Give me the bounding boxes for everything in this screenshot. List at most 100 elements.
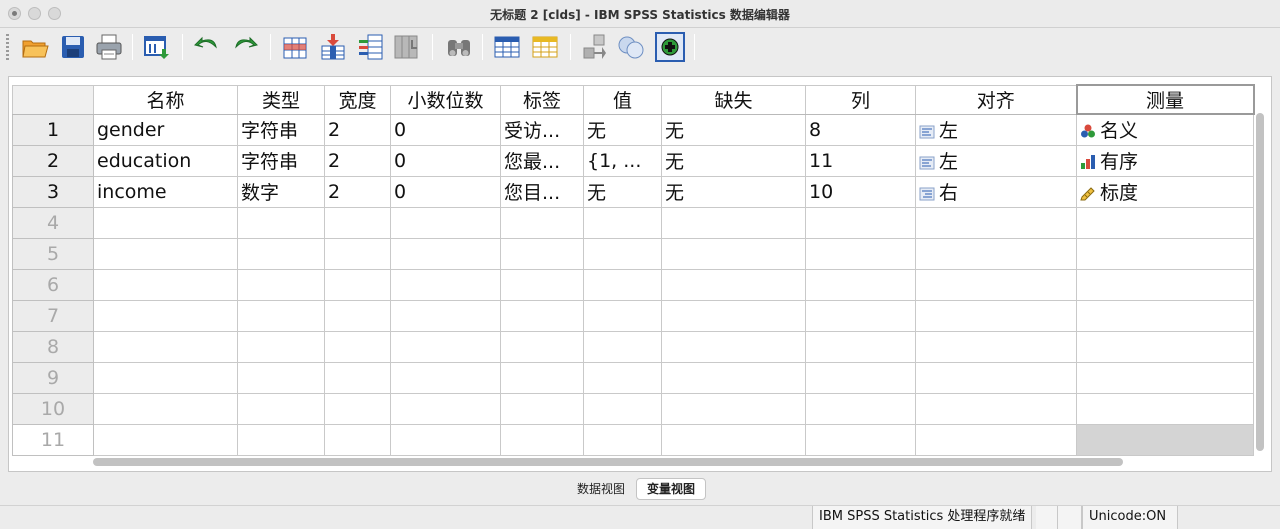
cell-missing[interactable]: 无 [661, 175, 806, 208]
empty-cell[interactable] [500, 423, 584, 456]
empty-cell[interactable] [805, 392, 916, 425]
empty-cell[interactable] [390, 392, 501, 425]
goto-variable-icon[interactable] [318, 32, 348, 62]
row-header[interactable]: 2 [12, 144, 94, 177]
empty-cell[interactable] [805, 268, 916, 301]
cell-decimals[interactable]: 0 [390, 113, 501, 146]
empty-cell[interactable] [915, 423, 1077, 456]
empty-cell[interactable] [324, 299, 391, 332]
empty-cell[interactable] [324, 206, 391, 239]
empty-cell[interactable] [390, 299, 501, 332]
empty-cell[interactable] [583, 423, 662, 456]
cell-label[interactable]: 您目... [500, 175, 584, 208]
empty-cell[interactable] [661, 206, 806, 239]
cell-columns[interactable]: 8 [805, 113, 916, 146]
row-header[interactable]: 5 [12, 237, 94, 270]
empty-cell[interactable] [805, 361, 916, 394]
redo-icon[interactable] [230, 32, 260, 62]
column-header-type[interactable]: 类型 [237, 84, 325, 115]
empty-cell[interactable] [1076, 392, 1254, 425]
empty-cell[interactable] [237, 361, 325, 394]
recall-dialog-icon[interactable] [142, 32, 172, 62]
empty-cell[interactable] [805, 237, 916, 270]
open-folder-icon[interactable] [20, 32, 50, 62]
empty-cell[interactable] [390, 330, 501, 363]
cell-type[interactable]: 字符串 [237, 113, 325, 146]
cell-measure[interactable]: 名义 [1076, 113, 1254, 146]
empty-cell[interactable] [324, 268, 391, 301]
empty-cell[interactable] [93, 299, 238, 332]
empty-cell[interactable] [500, 299, 584, 332]
row-header[interactable]: 6 [12, 268, 94, 301]
empty-cell[interactable] [390, 206, 501, 239]
insert-variable-icon[interactable] [530, 32, 560, 62]
empty-cell[interactable] [1076, 237, 1254, 270]
empty-cell[interactable] [390, 237, 501, 270]
empty-cell[interactable] [93, 237, 238, 270]
empty-cell[interactable] [915, 268, 1077, 301]
empty-cell[interactable] [237, 330, 325, 363]
empty-cell[interactable] [324, 237, 391, 270]
cell-decimals[interactable]: 0 [390, 144, 501, 177]
column-header-name[interactable]: 名称 [93, 84, 238, 115]
horizontal-scroll-thumb[interactable] [93, 458, 1123, 466]
empty-cell[interactable] [1076, 299, 1254, 332]
weight-cases-icon[interactable] [616, 32, 646, 62]
cell-values[interactable]: {1, ... [583, 144, 662, 177]
empty-cell[interactable] [390, 361, 501, 394]
empty-cell[interactable] [661, 299, 806, 332]
cell-align[interactable]: 右 [915, 175, 1077, 208]
row-header[interactable]: 7 [12, 299, 94, 332]
empty-cell[interactable] [915, 206, 1077, 239]
empty-cell[interactable] [661, 268, 806, 301]
cell-label[interactable]: 受访... [500, 113, 584, 146]
empty-cell[interactable] [1076, 361, 1254, 394]
row-header[interactable]: 9 [12, 361, 94, 394]
empty-cell[interactable] [661, 423, 806, 456]
cell-values[interactable]: 无 [583, 113, 662, 146]
empty-cell[interactable] [583, 268, 662, 301]
row-header[interactable]: 1 [12, 113, 94, 146]
empty-cell[interactable] [583, 330, 662, 363]
cell-align[interactable]: 左 [915, 144, 1077, 177]
row-header[interactable]: 11 [12, 423, 94, 456]
empty-cell[interactable] [500, 268, 584, 301]
cell-columns[interactable]: 10 [805, 175, 916, 208]
row-header[interactable]: 4 [12, 206, 94, 239]
empty-cell[interactable] [805, 299, 916, 332]
undo-icon[interactable] [192, 32, 222, 62]
empty-cell[interactable] [583, 237, 662, 270]
cell-name[interactable]: income [93, 175, 238, 208]
column-header-columns[interactable]: 列 [805, 84, 916, 115]
cell-label[interactable]: 您最... [500, 144, 584, 177]
cell-measure[interactable]: 有序 [1076, 144, 1254, 177]
empty-cell[interactable] [93, 330, 238, 363]
cell-width[interactable]: 2 [324, 175, 391, 208]
empty-cell[interactable] [93, 361, 238, 394]
cell-type[interactable]: 数字 [237, 175, 325, 208]
select-cases-icon[interactable] [655, 32, 685, 62]
empty-cell[interactable] [915, 361, 1077, 394]
empty-cell[interactable] [93, 206, 238, 239]
empty-cell[interactable] [805, 423, 916, 456]
cell-decimals[interactable]: 0 [390, 175, 501, 208]
tab-variable-view[interactable]: 变量视图 [636, 478, 707, 500]
empty-cell[interactable] [915, 299, 1077, 332]
cell-columns[interactable]: 11 [805, 144, 916, 177]
column-header-width[interactable]: 宽度 [324, 84, 391, 115]
empty-cell[interactable] [324, 330, 391, 363]
cell-measure[interactable]: 标度 [1076, 175, 1254, 208]
column-header-label[interactable]: 标签 [500, 84, 584, 115]
cell-name[interactable]: education [93, 144, 238, 177]
empty-cell[interactable] [1076, 330, 1254, 363]
empty-cell[interactable] [661, 392, 806, 425]
row-header[interactable]: 10 [12, 392, 94, 425]
column-header-measure[interactable]: 测量 [1075, 84, 1255, 115]
vertical-scroll-thumb[interactable] [1256, 113, 1264, 451]
empty-cell[interactable] [1076, 423, 1254, 456]
empty-cell[interactable] [93, 423, 238, 456]
print-icon[interactable] [94, 32, 124, 62]
empty-cell[interactable] [661, 237, 806, 270]
empty-cell[interactable] [93, 392, 238, 425]
empty-cell[interactable] [583, 206, 662, 239]
